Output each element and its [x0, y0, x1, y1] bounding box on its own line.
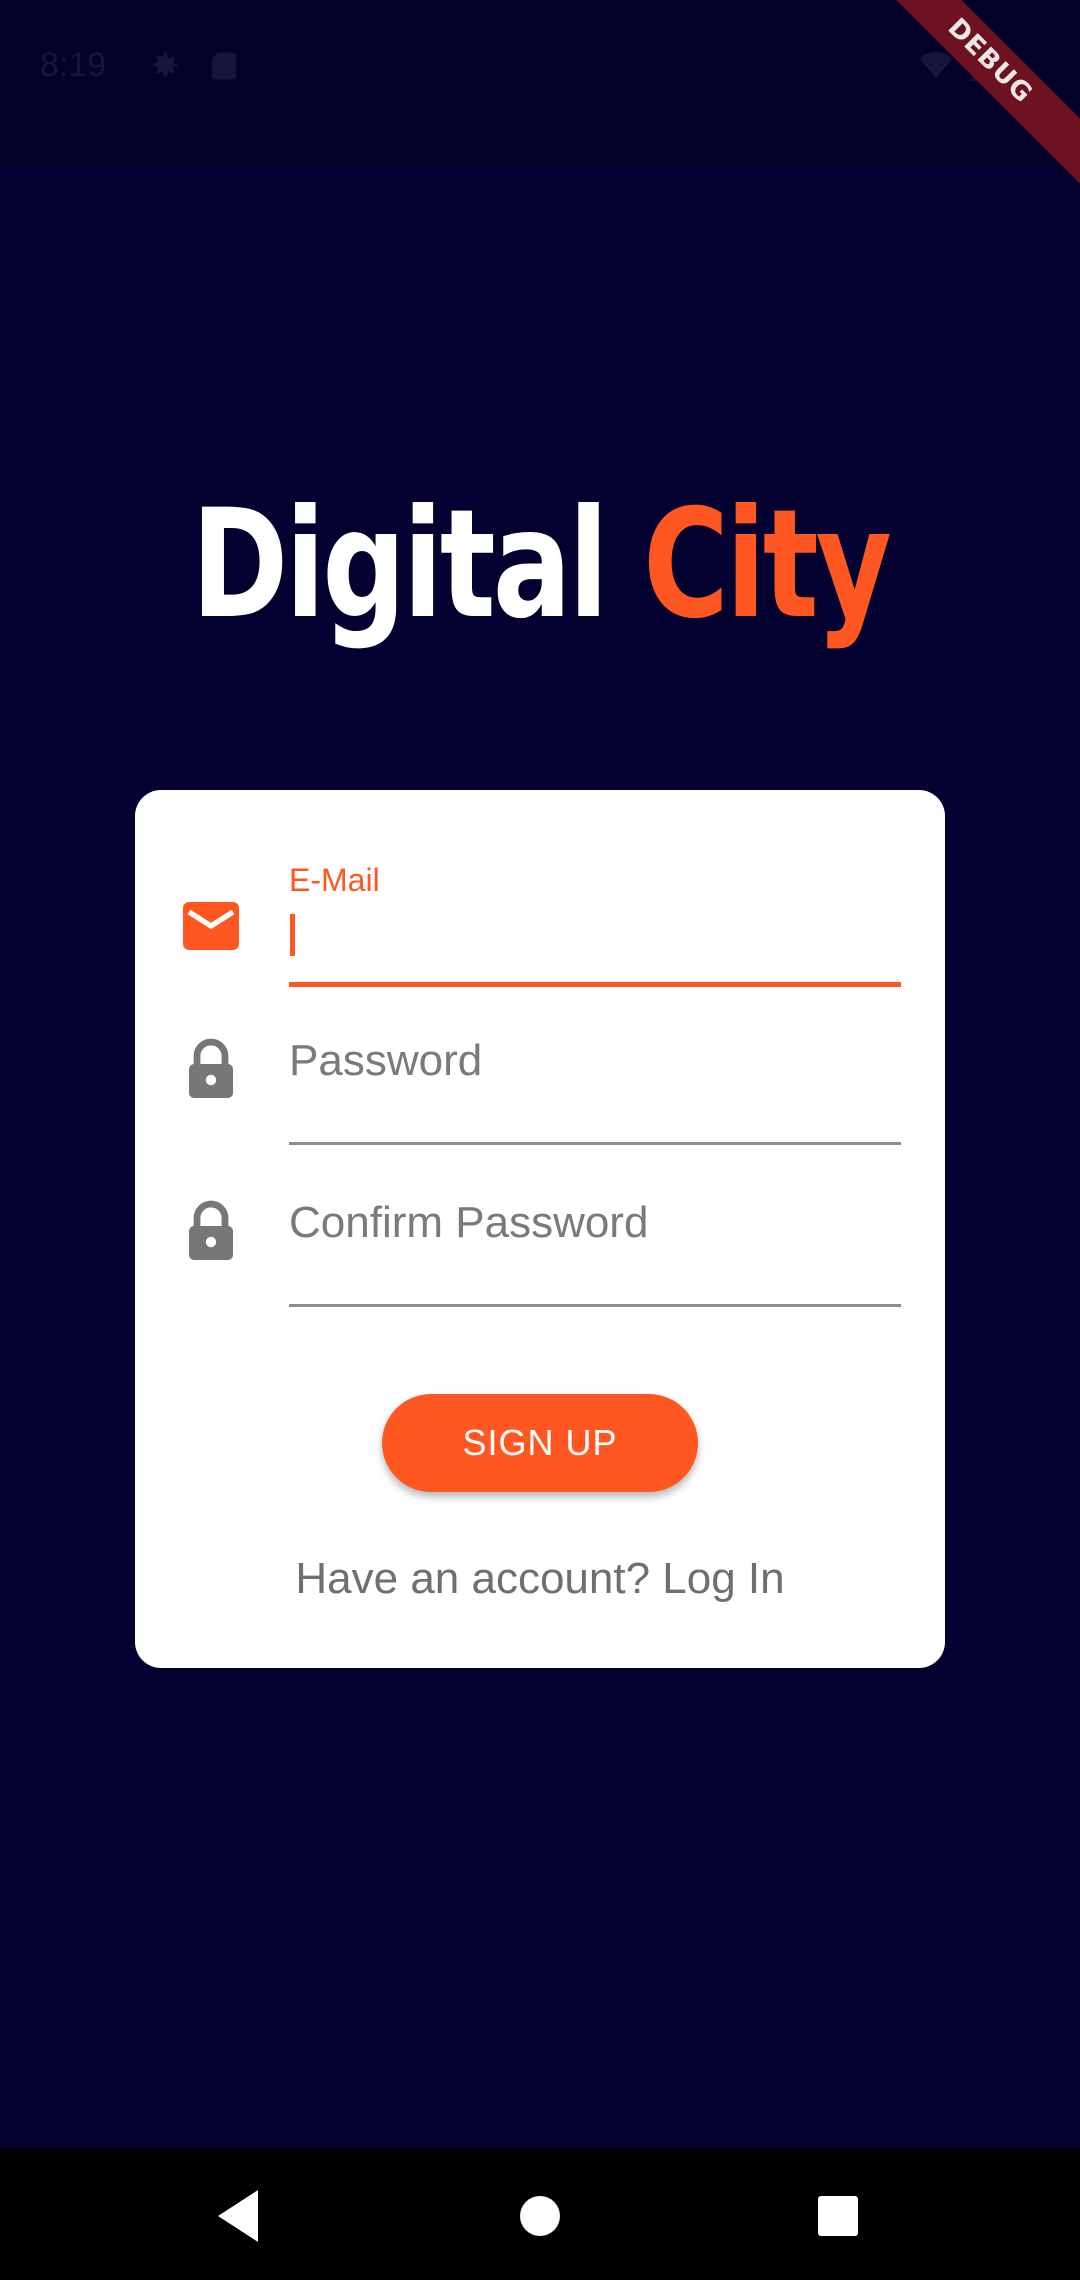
confirm-password-placeholder: Confirm Password: [289, 1198, 649, 1247]
lock-icon: [181, 1038, 241, 1098]
debug-banner: DEBUG: [867, 0, 1080, 184]
login-link[interactable]: Have an account? Log In: [135, 1554, 945, 1604]
home-icon[interactable]: [500, 2176, 580, 2256]
email-label: E-Mail: [289, 862, 380, 898]
signup-card: E-Mail Password Confirm Password SIGN UP…: [135, 790, 945, 1668]
status-time: 8:19: [40, 46, 107, 84]
lock-icon: [181, 1200, 241, 1260]
navigation-bar: [0, 2148, 1080, 2280]
mail-icon: [181, 900, 241, 960]
back-icon[interactable]: [200, 2176, 280, 2256]
email-underline: [289, 982, 901, 987]
confirm-password-underline: [289, 1304, 901, 1307]
confirm-password-field[interactable]: Confirm Password: [135, 1172, 945, 1322]
settings-icon: [146, 48, 182, 84]
wifi-icon: [916, 48, 953, 84]
signup-screen: 8:19 DEBUG Digital City E-Mail Password …: [0, 0, 1080, 2280]
status-bar: 8:19 DEBUG: [0, 0, 1080, 184]
logo-word-city: City: [643, 478, 892, 652]
app-logo: Digital City: [119, 480, 961, 650]
logo-word-digital: Digital: [191, 478, 608, 652]
email-field[interactable]: E-Mail: [135, 850, 945, 1000]
password-placeholder: Password: [289, 1036, 483, 1085]
signup-button[interactable]: SIGN UP: [382, 1394, 698, 1492]
password-underline: [289, 1142, 901, 1145]
sd-card-icon: [206, 48, 242, 84]
text-cursor: [290, 914, 295, 956]
recents-icon[interactable]: [798, 2176, 878, 2256]
password-field[interactable]: Password: [135, 1010, 945, 1160]
